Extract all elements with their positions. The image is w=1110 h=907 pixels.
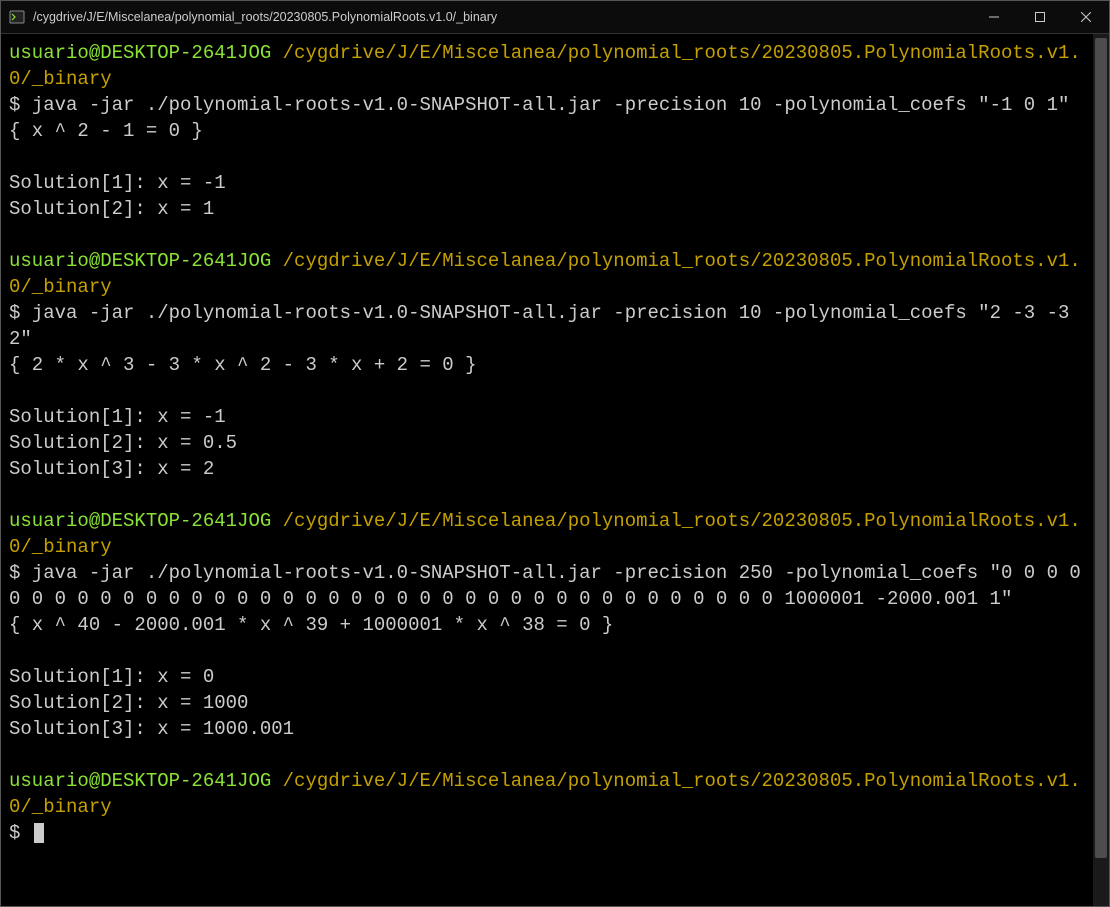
terminal-body: usuario@DESKTOP-2641JOG /cygdrive/J/E/Mi… [1,34,1109,906]
prompt-user-host: usuario@DESKTOP-2641JOG [9,510,271,532]
app-icon [9,9,25,25]
window-controls [971,1,1109,33]
output-line: { 2 * x ^ 3 - 3 * x ^ 2 - 3 * x + 2 = 0 … [9,352,1093,378]
output-line [9,378,1093,404]
window-title: /cygdrive/J/E/Miscelanea/polynomial_root… [33,10,971,24]
prompt-symbol: $ [9,94,32,116]
command-text: java -jar ./polynomial-roots-v1.0-SNAPSH… [9,562,1092,610]
terminal-output[interactable]: usuario@DESKTOP-2641JOG /cygdrive/J/E/Mi… [1,34,1093,906]
prompt-user-host: usuario@DESKTOP-2641JOG [9,250,271,272]
output-line: Solution[1]: x = -1 [9,170,1093,196]
command-line: $ java -jar ./polynomial-roots-v1.0-SNAP… [9,92,1093,118]
prompt-user-host: usuario@DESKTOP-2641JOG [9,42,271,64]
scrollbar[interactable] [1093,34,1109,906]
prompt: usuario@DESKTOP-2641JOG /cygdrive/J/E/Mi… [9,510,1081,558]
output-line: { x ^ 2 - 1 = 0 } [9,118,1093,144]
prompt: usuario@DESKTOP-2641JOG /cygdrive/J/E/Mi… [9,42,1081,90]
prompt: usuario@DESKTOP-2641JOG /cygdrive/J/E/Mi… [9,770,1081,818]
command-line: $ java -jar ./polynomial-roots-v1.0-SNAP… [9,560,1093,612]
maximize-button[interactable] [1017,1,1063,33]
output-line: Solution[1]: x = 0 [9,664,1093,690]
output-line [9,742,1093,768]
output-line: Solution[3]: x = 2 [9,456,1093,482]
output-line: Solution[1]: x = -1 [9,404,1093,430]
output-line: Solution[2]: x = 0.5 [9,430,1093,456]
prompt-symbol: $ [9,562,32,584]
terminal-window: /cygdrive/J/E/Miscelanea/polynomial_root… [0,0,1110,907]
titlebar[interactable]: /cygdrive/J/E/Miscelanea/polynomial_root… [1,1,1109,34]
minimize-button[interactable] [971,1,1017,33]
command-text: java -jar ./polynomial-roots-v1.0-SNAPSH… [32,94,1070,116]
output-line [9,222,1093,248]
command-line: $ java -jar ./polynomial-roots-v1.0-SNAP… [9,300,1093,352]
close-button[interactable] [1063,1,1109,33]
output-line [9,638,1093,664]
output-line: Solution[2]: x = 1000 [9,690,1093,716]
output-line [9,482,1093,508]
scrollbar-thumb[interactable] [1095,38,1107,858]
prompt-symbol: $ [9,822,32,844]
cursor [34,823,44,843]
output-line: { x ^ 40 - 2000.001 * x ^ 39 + 1000001 *… [9,612,1093,638]
command-text: java -jar ./polynomial-roots-v1.0-SNAPSH… [9,302,1081,350]
prompt-user-host: usuario@DESKTOP-2641JOG [9,770,271,792]
output-line [9,144,1093,170]
output-line: Solution[2]: x = 1 [9,196,1093,222]
output-line: Solution[3]: x = 1000.001 [9,716,1093,742]
command-line[interactable]: $ [9,820,1093,846]
prompt-symbol: $ [9,302,32,324]
prompt: usuario@DESKTOP-2641JOG /cygdrive/J/E/Mi… [9,250,1081,298]
